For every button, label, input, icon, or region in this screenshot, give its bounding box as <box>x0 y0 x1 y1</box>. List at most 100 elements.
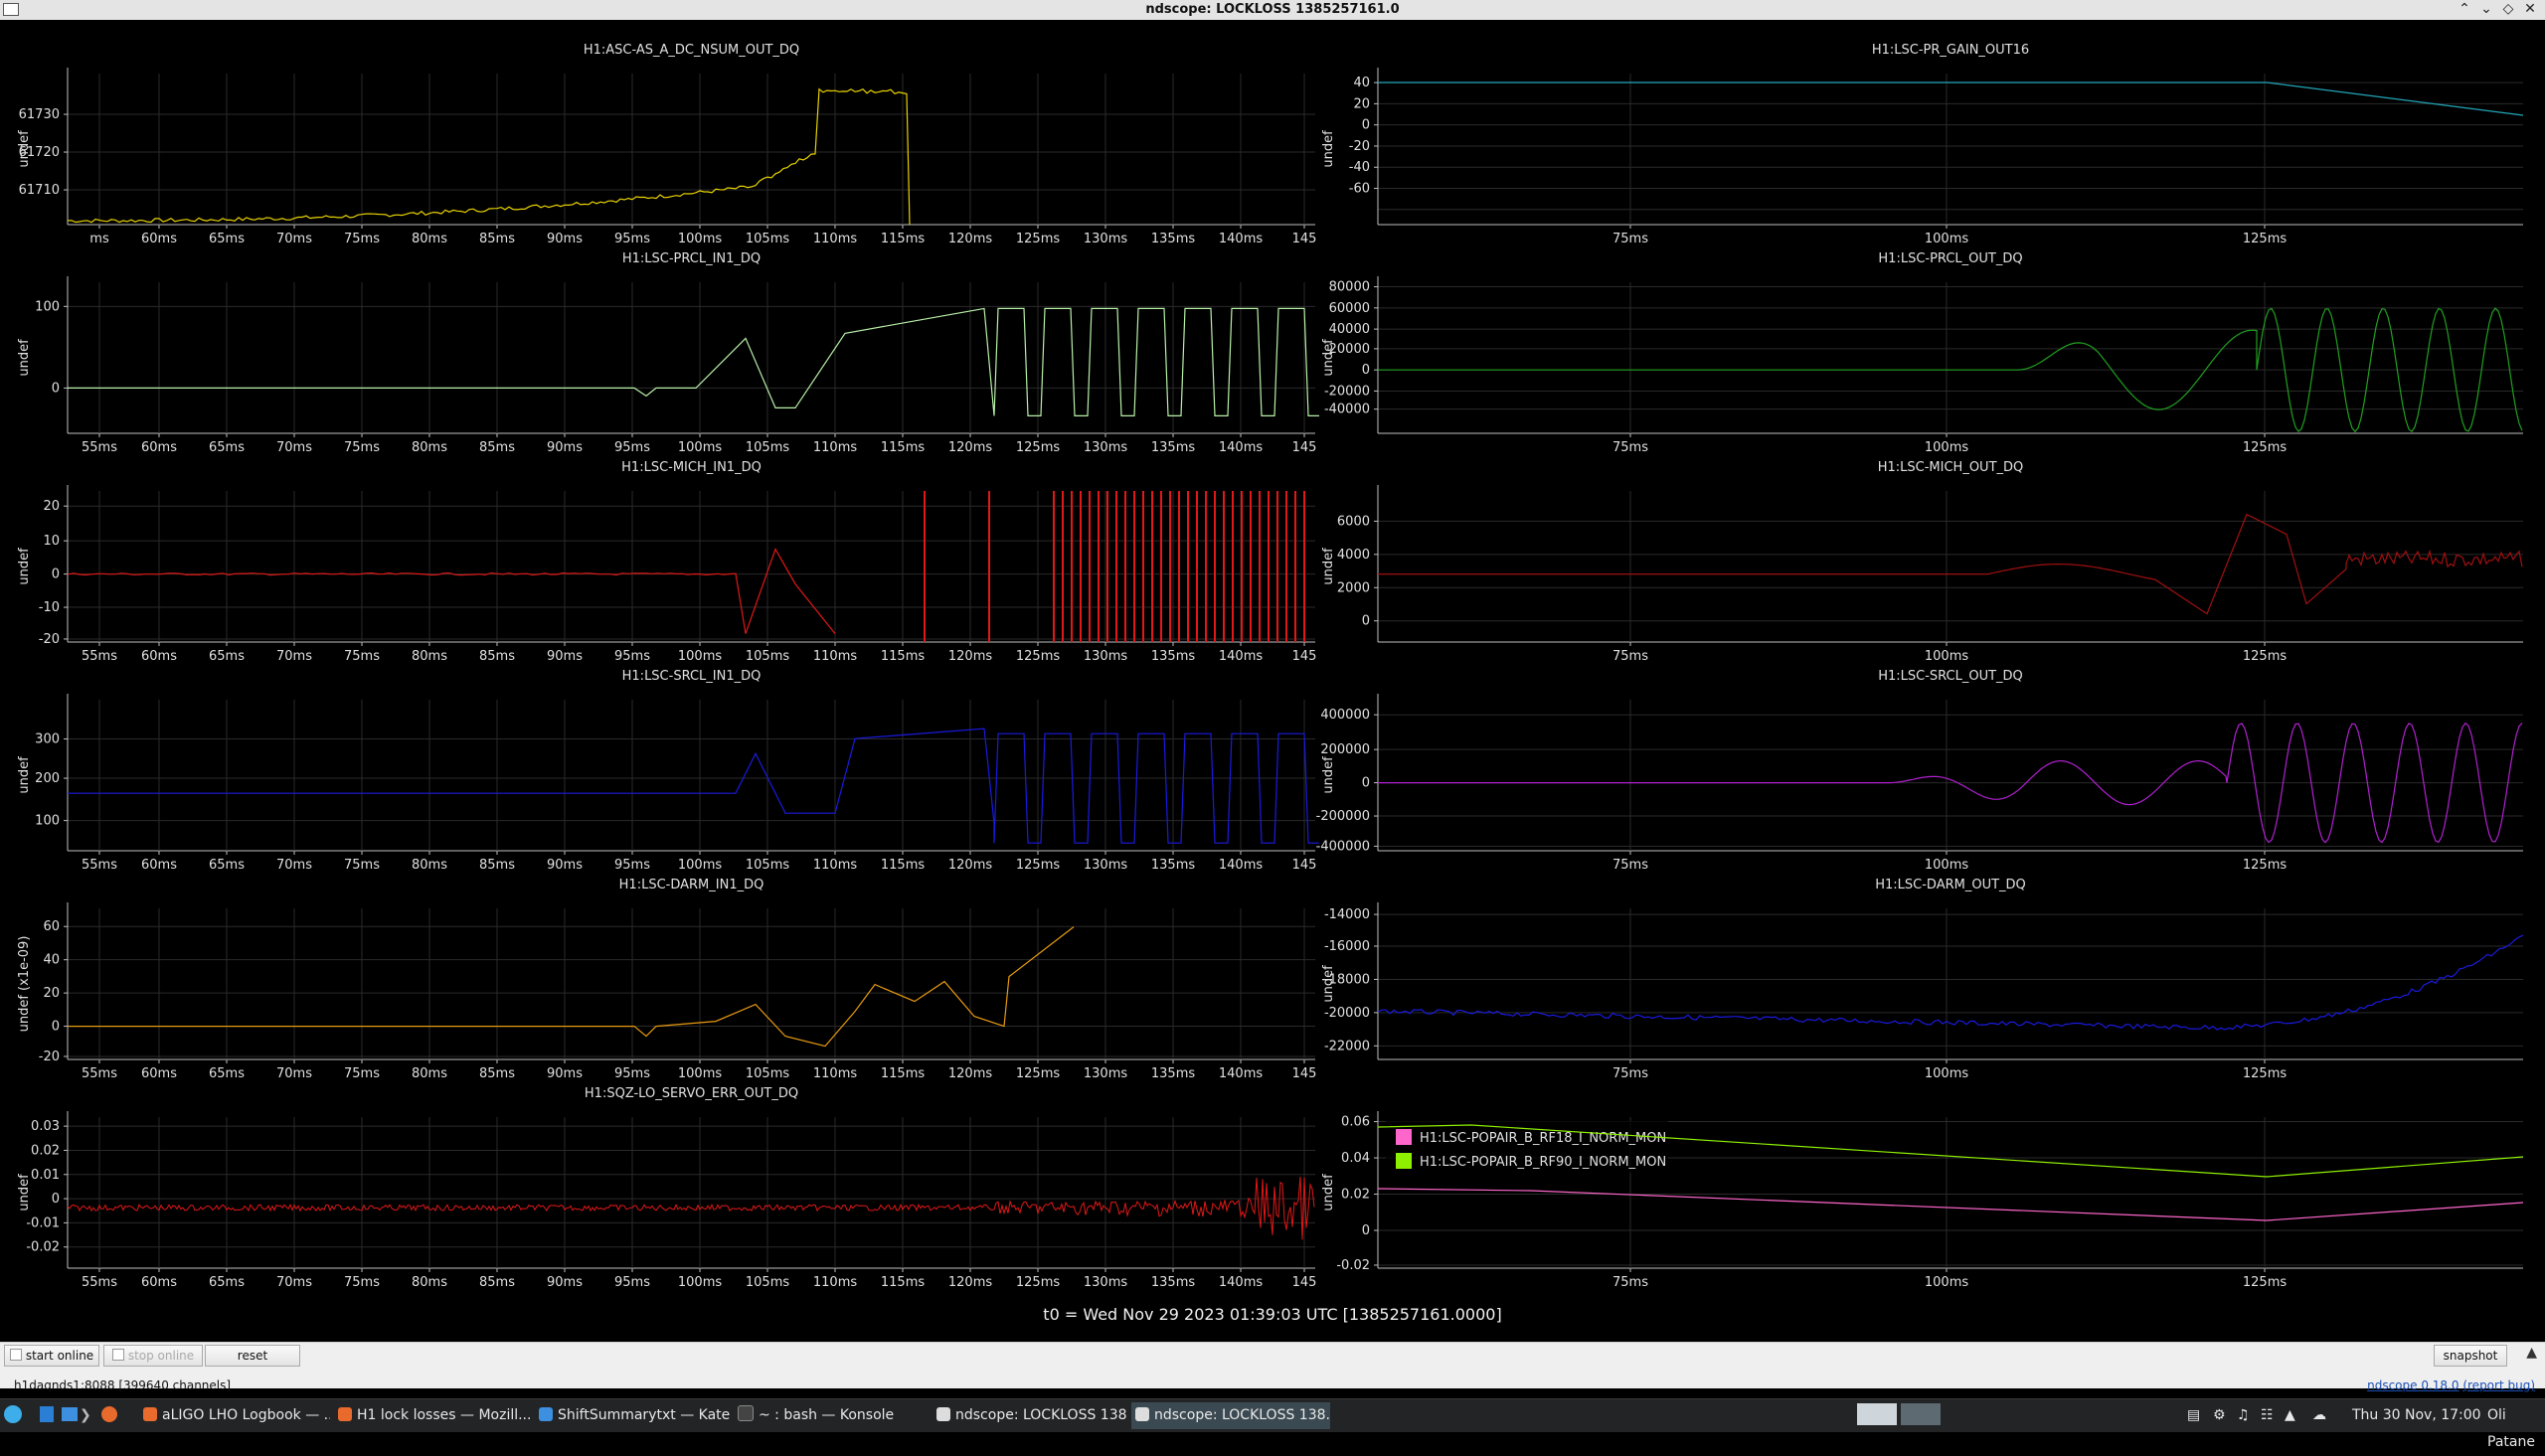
notifications-icon[interactable]: ▲ <box>2285 1402 2295 1429</box>
reset-button[interactable]: reset <box>205 1345 300 1367</box>
x-tick-label: 65ms <box>209 1066 245 1081</box>
y-tick-label: 0.03 <box>31 1119 60 1134</box>
app-launcher-icon[interactable] <box>4 1402 28 1429</box>
show-desktop-icon[interactable] <box>40 1402 54 1429</box>
plot-panel[interactable]: H1:LSC-PR_GAIN_OUT16 40 20 0 -20 -40 -60 75ms 10… <box>1321 43 2524 246</box>
y-axis-label: undef <box>17 1174 32 1212</box>
x-tick-label: 65ms <box>209 232 245 246</box>
plot-panel[interactable]: H1:LSC-SRCL_IN1_DQ 300 200 100 55ms 60ms 65ms 7… <box>17 669 1319 873</box>
x-tick-label: 75ms <box>1612 1275 1648 1290</box>
y-tick-label: 80000 <box>1329 280 1370 295</box>
trace <box>67 87 911 226</box>
x-tick-label: 105ms <box>746 1275 789 1290</box>
y-tick-label: 0.02 <box>31 1143 60 1158</box>
task-lock-losses[interactable]: H1 lock losses — Mozill... <box>334 1402 533 1429</box>
pager-desktop-2[interactable] <box>1901 1402 1941 1429</box>
x-tick-label: 125ms <box>1016 440 1060 455</box>
x-tick-label: 105ms <box>746 232 789 246</box>
network-icon[interactable]: ▤ <box>2187 1402 2200 1429</box>
x-tick-label: 130ms <box>1084 649 1127 664</box>
user-name[interactable]: Oli Patane <box>2487 1402 2545 1450</box>
plot-panel[interactable]: 0.06 0.04 0.02 0 -0.02 75ms 100ms 125ms undef H1:… <box>1321 1111 2524 1290</box>
x-tick-label: 95ms <box>614 649 650 664</box>
y-tick-label: 0.01 <box>31 1168 60 1183</box>
start-online-label: start online <box>25 1349 94 1363</box>
y-axis-label: undef <box>17 756 32 794</box>
plot-panel[interactable]: H1:SQZ-LO_SERVO_ERR_OUT_DQ 0.03 0.02 0.01 0 -… <box>17 1086 1316 1290</box>
x-tick-label: 75ms <box>344 1275 380 1290</box>
y-tick-label: 100 <box>35 814 60 829</box>
konsole-icon <box>738 1405 754 1421</box>
snapshot-button[interactable]: snapshot <box>2434 1345 2507 1367</box>
trace <box>68 926 1075 1048</box>
plot-panel[interactable]: H1:LSC-PRCL_OUT_DQ800006000040000200000-… <box>1321 251 2523 455</box>
x-tick-label: 85ms <box>479 858 515 873</box>
task-ndscope-2[interactable]: ndscope: LOCKLOSS 138... <box>1131 1402 1330 1429</box>
plot-panel[interactable]: H1:LSC-DARM_IN1_DQ 60 40 20 0 -20 55ms 60ms 65ms… <box>17 878 1316 1081</box>
x-tick-label: 145 <box>1292 1066 1317 1081</box>
pager-desktop-1[interactable] <box>1857 1402 1897 1429</box>
x-tick-label: 145 <box>1292 858 1317 873</box>
task-logbook[interactable]: aLIGO LHO Logbook — ... <box>139 1402 330 1429</box>
x-tick-label: 100ms <box>1925 1275 1968 1290</box>
task-konsole[interactable]: ~ : bash — Konsole <box>734 1402 929 1429</box>
y-tick-label: 200 <box>35 771 60 786</box>
weather-icon[interactable]: ☁ <box>2312 1402 2326 1429</box>
x-tick-label: 75ms <box>344 858 380 873</box>
x-tick-label: 125ms <box>2243 232 2287 246</box>
y-tick-label: 400000 <box>1320 708 1370 723</box>
firefox-icon <box>338 1407 352 1421</box>
task-kate[interactable]: ShiftSummarytxt — Kate <box>535 1402 730 1429</box>
minimize-icon[interactable]: ⌃ <box>2457 1 2472 17</box>
expand-up-icon[interactable]: ▲ <box>2526 1345 2537 1361</box>
plot-title: H1:LSC-PRCL_IN1_DQ <box>622 251 761 266</box>
x-tick-label: 135ms <box>1151 1066 1195 1081</box>
plot-panel[interactable]: H1:LSC-PRCL_IN1_DQ 100 0 55ms 60ms 65ms 70ms 75… <box>17 251 1319 455</box>
plot-title: H1:LSC-DARM_IN1_DQ <box>619 878 764 892</box>
plot-panel[interactable]: H1:LSC-MICH_OUT_DQ 6000 4000 2000 0 75ms 100ms… <box>1321 460 2523 664</box>
plot-panel[interactable]: H1:LSC-SRCL_OUT_DQ 400000 200000 0 -200000 -4… <box>1316 669 2523 873</box>
x-tick-label: 125ms <box>1016 232 1060 246</box>
update-icon[interactable]: ⚙ <box>2213 1402 2226 1429</box>
x-tick-label: 135ms <box>1151 440 1195 455</box>
volume-icon[interactable]: ♫ <box>2237 1402 2250 1429</box>
x-tick-label: 80ms <box>412 858 447 873</box>
y-tick-label: 20 <box>1353 96 1370 111</box>
report-bug-link[interactable]: (report bug) <box>2462 1378 2535 1392</box>
close-icon[interactable]: ✕ <box>2522 1 2538 17</box>
x-tick-label: 70ms <box>276 1066 312 1081</box>
x-tick-label: 120ms <box>948 232 992 246</box>
task-label: H1 lock losses — Mozill... <box>357 1407 532 1423</box>
version-link[interactable]: ndscope 0.18.0 <box>2367 1378 2459 1392</box>
y-tick-label: -400000 <box>1316 839 1370 854</box>
clock[interactable]: Thu 30 Nov, 17:00 <box>2352 1402 2481 1429</box>
plot-panel[interactable]: H1:LSC-MICH_IN1_DQ 20 10 0 -10 -20 55ms 60ms 65m… <box>17 460 1316 664</box>
x-tick-label: 55ms <box>82 858 117 873</box>
x-tick-label: 100ms <box>1925 858 1968 873</box>
plot-panel[interactable]: H1:LSC-DARM_OUT_DQ-14000-16000-18000-200… <box>1321 878 2524 1081</box>
stop-online-button[interactable]: stop online <box>103 1345 203 1367</box>
x-tick-label: 60ms <box>141 649 177 664</box>
task-ndscope-1[interactable]: ndscope: LOCKLOSS 138... <box>933 1402 1127 1429</box>
window-titlebar: ndscope: LOCKLOSS 1385257161.0 ⌃ ⌄ ◇ ✕ <box>0 0 2545 20</box>
x-tick-label: 145 <box>1292 232 1317 246</box>
nds-status: h1daqnds1:8088 [399640 channels] <box>14 1378 232 1392</box>
plot-title: H1:ASC-AS_A_DC_NSUM_OUT_DQ <box>584 43 799 58</box>
dolphin-icon[interactable] <box>62 1402 78 1429</box>
x-tick-label: 135ms <box>1151 858 1195 873</box>
window-title: ndscope: LOCKLOSS 1385257161.0 <box>1145 2 1400 17</box>
start-online-button[interactable]: start online <box>4 1345 99 1367</box>
firefox-launcher-icon[interactable] <box>101 1402 117 1429</box>
y-axis-label: undef <box>17 339 32 377</box>
x-tick-label: 65ms <box>209 649 245 664</box>
clipboard-icon[interactable]: ☷ <box>2261 1402 2274 1429</box>
stop-online-checkbox-icon <box>111 1349 124 1361</box>
plot-panel[interactable]: H1:ASC-AS_A_DC_NSUM_OUT_DQ61730617206171… <box>17 43 1316 246</box>
plot-grid[interactable]: H1:ASC-AS_A_DC_NSUM_OUT_DQ61730617206171… <box>0 20 2545 1345</box>
terminal-icon[interactable]: ❯ <box>80 1402 91 1429</box>
x-tick-label: 95ms <box>614 232 650 246</box>
x-tick-label: 70ms <box>276 1275 312 1290</box>
maximize-icon[interactable]: ◇ <box>2500 1 2516 17</box>
task-label: aLIGO LHO Logbook — ... <box>162 1407 330 1423</box>
minimize-button-icon[interactable]: ⌄ <box>2478 1 2494 17</box>
